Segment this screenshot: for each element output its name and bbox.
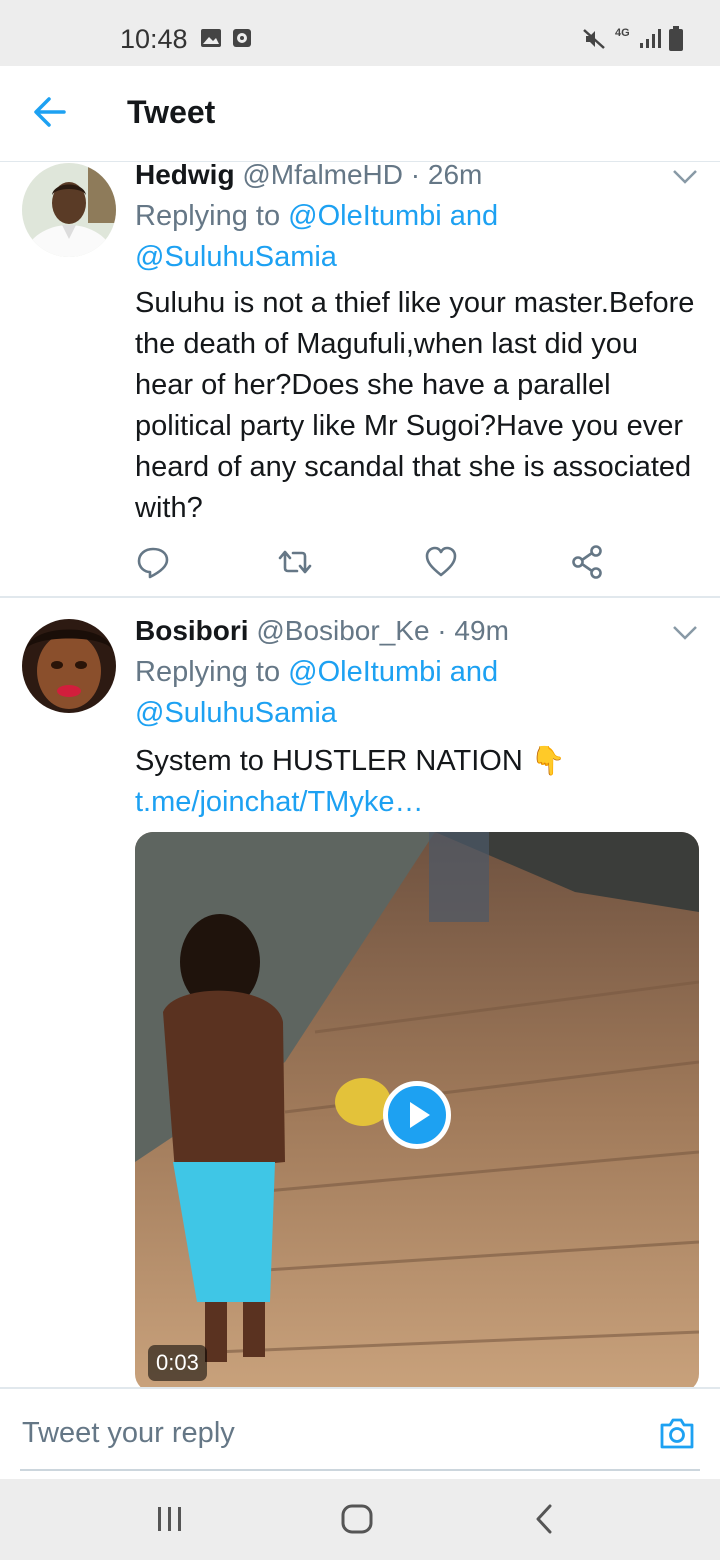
reply-bar: Tweet your reply xyxy=(0,1387,720,1479)
gallery-icon xyxy=(201,29,221,47)
avatar[interactable] xyxy=(22,163,116,257)
back-arrow-icon[interactable] xyxy=(28,90,72,134)
signal-icon xyxy=(640,29,661,48)
avatar-photo xyxy=(22,619,116,713)
network-type: 4G xyxy=(615,27,630,39)
author-name[interactable]: Bosibori xyxy=(135,615,249,646)
tweet-header: Bosibori @Bosibor_Ke · 49m xyxy=(135,615,509,646)
replying-prefix: Replying to xyxy=(135,200,281,232)
chevron-down-icon[interactable] xyxy=(672,625,698,641)
tweet-hedwig[interactable]: Hedwig @MfalmeHD · 26m Replying to @OleI… xyxy=(0,159,720,597)
avatar[interactable] xyxy=(22,619,116,713)
share-icon[interactable] xyxy=(569,544,605,580)
retweet-icon[interactable] xyxy=(277,544,313,580)
replying-and[interactable]: and xyxy=(450,200,498,232)
avatar-photo xyxy=(22,163,116,257)
video-duration: 0:03 xyxy=(148,1345,207,1381)
tweet-time: 49m xyxy=(454,615,509,646)
mention-link[interactable]: @SuluhuSamia xyxy=(135,697,337,729)
video-media[interactable]: 0:03 xyxy=(135,832,699,1392)
play-button[interactable] xyxy=(383,1081,451,1149)
mention-link[interactable]: @OleItumbi xyxy=(288,200,442,232)
replying-to: Replying to @OleItumbi and @SuluhuSamia xyxy=(135,652,695,734)
home-icon[interactable] xyxy=(340,1501,374,1537)
battery-icon xyxy=(669,26,683,51)
mention-link[interactable]: @OleItumbi xyxy=(288,656,442,688)
reply-icon[interactable] xyxy=(135,544,171,580)
tweet-actions xyxy=(135,544,615,580)
reply-underline xyxy=(20,1469,700,1471)
tweet-text-block: System to HUSTLER NATION 👇 t.me/joinchat… xyxy=(135,740,700,823)
page-title: Tweet xyxy=(127,94,216,130)
recent-apps-icon[interactable] xyxy=(155,1501,185,1537)
mute-icon xyxy=(583,29,605,49)
system-nav-bar xyxy=(0,1479,720,1560)
tweet-link[interactable]: t.me/joinchat/TMyke… xyxy=(135,786,423,818)
mention-link[interactable]: @SuluhuSamia xyxy=(135,241,337,273)
replying-prefix: Replying to xyxy=(135,656,281,688)
play-icon xyxy=(410,1102,430,1128)
author-handle[interactable]: @MfalmeHD xyxy=(242,159,403,190)
replying-and[interactable]: and xyxy=(450,656,498,688)
tweet-time: 26m xyxy=(427,159,483,190)
camera-icon[interactable] xyxy=(658,1415,696,1451)
author-handle[interactable]: @Bosibor_Ke xyxy=(256,615,429,646)
tweet-header: Hedwig @MfalmeHD · 26m xyxy=(135,159,483,190)
replying-to: Replying to @OleItumbi and @SuluhuSamia xyxy=(135,196,695,278)
chevron-down-icon[interactable] xyxy=(672,169,698,185)
clock-app-icon xyxy=(233,29,251,47)
status-time: 10:48 xyxy=(120,24,188,54)
tweet-text: Suluhu is not a thief like your master.B… xyxy=(135,287,695,524)
tweet-text: System to HUSTLER NATION xyxy=(135,745,523,777)
back-nav-icon[interactable] xyxy=(530,1501,558,1537)
app-header: Tweet xyxy=(0,66,720,162)
pointing-down-emoji: 👇 xyxy=(530,745,566,776)
status-bar: 10:48 4G xyxy=(0,0,720,66)
like-icon[interactable] xyxy=(423,544,459,580)
reply-input[interactable]: Tweet your reply xyxy=(22,1417,235,1450)
author-name[interactable]: Hedwig xyxy=(135,159,235,190)
